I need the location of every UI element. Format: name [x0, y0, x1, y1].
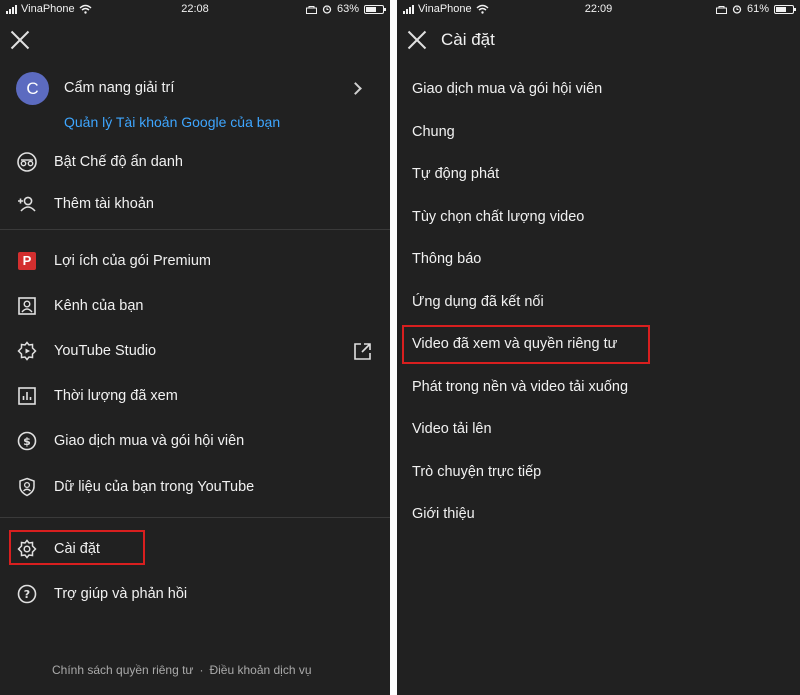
menu-item-label: Bật Chế độ ẩn danh: [54, 154, 183, 170]
settings-item-label: Giới thiệu: [412, 506, 475, 522]
footer-separator: ·: [199, 663, 204, 677]
menu-item-label: Kênh của bạn: [54, 298, 144, 314]
avatar[interactable]: C: [16, 72, 49, 105]
alarm-icon: [732, 5, 742, 14]
settings-item-notifications[interactable]: Thông báo: [397, 240, 800, 280]
menu-item-incognito[interactable]: Bật Chế độ ẩn danh: [0, 142, 390, 182]
svg-text:$: $: [23, 435, 31, 448]
close-icon[interactable]: [406, 29, 428, 51]
menu-item-add-account[interactable]: Thêm tài khoản: [0, 184, 390, 224]
menu-item-purchases[interactable]: $ Giao dịch mua và gói hội viên: [0, 421, 390, 461]
page-title: Cài đặt: [441, 30, 495, 49]
settings-item-label: Ứng dụng đã kết nối: [412, 294, 544, 310]
settings-item-video-quality[interactable]: Tùy chọn chất lượng video: [397, 198, 800, 238]
menu-item-your-data[interactable]: Dữ liệu của bạn trong YouTube: [0, 467, 390, 507]
menu-item-your-channel[interactable]: Kênh của bạn: [0, 286, 390, 326]
highlight-box: [9, 530, 145, 565]
studio-gear-icon: [17, 341, 37, 361]
add-account-icon: [18, 196, 36, 212]
settings-item-label: Tự động phát: [412, 166, 500, 182]
menu-item-premium[interactable]: P Lợi ích của gói Premium: [0, 241, 390, 281]
footer-links: Chính sách quyền riêng tư · Điều khoản dịc…: [52, 663, 312, 677]
settings-item-label: Tùy chọn chất lượng video: [412, 209, 585, 225]
settings-item-label: Thông báo: [412, 251, 482, 267]
premium-icon: P: [18, 252, 36, 270]
account-menu-screen: VinaPhone 22:08 63% C Cẩm nang giải trí …: [0, 0, 390, 695]
svg-text:?: ?: [24, 588, 30, 601]
settings-item-uploads[interactable]: Video tải lên: [397, 410, 800, 450]
menu-item-label: Lợi ích của gói Premium: [54, 253, 211, 269]
settings-item-label: Chung: [412, 124, 455, 140]
menu-item-time-watched[interactable]: Thời lượng đã xem: [0, 376, 390, 416]
user-data-icon: [19, 477, 35, 497]
chevron-right-icon[interactable]: [349, 82, 362, 95]
menu-item-label: Thêm tài khoản: [54, 196, 154, 212]
settings-item-connected-apps[interactable]: Ứng dụng đã kết nối: [397, 283, 800, 323]
settings-item-label: Video tải lên: [412, 421, 492, 437]
divider: [0, 229, 390, 230]
menu-item-label: Giao dịch mua và gói hội viên: [54, 433, 245, 449]
external-link-icon: [354, 343, 371, 360]
settings-item-autoplay[interactable]: Tự động phát: [397, 155, 800, 195]
screen-lock-icon: [715, 5, 727, 14]
dollar-icon: $: [17, 431, 37, 451]
settings-item-label: Giao dịch mua và gói hội viên: [412, 81, 603, 97]
settings-item-purchases[interactable]: Giao dịch mua và gói hội viên: [397, 70, 800, 110]
screen-lock-icon: [305, 5, 317, 14]
incognito-icon: [17, 152, 37, 172]
divider: [0, 517, 390, 518]
menu-item-label: Thời lượng đã xem: [54, 388, 178, 404]
chart-icon: [18, 387, 36, 405]
battery-icon: [364, 4, 386, 14]
menu-item-label: Dữ liệu của bạn trong YouTube: [54, 479, 255, 495]
manage-google-account-link[interactable]: Quản lý Tài khoản Google của bạn: [64, 114, 280, 130]
menu-item-label: Trợ giúp và phản hồi: [54, 586, 188, 602]
menu-item-youtube-studio[interactable]: YouTube Studio: [0, 331, 390, 371]
battery-fill: [366, 6, 377, 12]
battery-fill: [776, 6, 786, 12]
status-bar: VinaPhone 22:08 63%: [0, 0, 390, 20]
account-name[interactable]: Cẩm nang giải trí: [64, 80, 174, 96]
settings-screen: VinaPhone 22:09 61% Cài đặt Giao dịch mu…: [397, 0, 800, 695]
help-icon: ?: [17, 584, 37, 604]
status-bar: VinaPhone 22:09 61%: [397, 0, 800, 20]
settings-item-label: Phát trong nền và video tải xuống: [412, 379, 629, 395]
privacy-policy-link[interactable]: Chính sách quyền riêng tư: [52, 663, 193, 677]
settings-item-about[interactable]: Giới thiệu: [397, 495, 800, 535]
battery-percent: 61%: [746, 3, 769, 15]
menu-item-label: YouTube Studio: [54, 343, 157, 359]
close-icon[interactable]: [9, 29, 31, 51]
highlight-box: [402, 325, 650, 364]
terms-of-service-link[interactable]: Điều khoản dịch vụ: [209, 663, 311, 677]
channel-icon: [18, 297, 36, 315]
menu-item-help-feedback[interactable]: ? Trợ giúp và phản hồi: [0, 574, 390, 614]
settings-item-label: Trò chuyện trực tiếp: [412, 464, 542, 480]
alarm-icon: [322, 5, 332, 14]
settings-item-live-chat[interactable]: Trò chuyện trực tiếp: [397, 453, 800, 493]
settings-item-background-downloads[interactable]: Phát trong nền và video tải xuống: [397, 368, 800, 408]
battery-percent: 63%: [336, 3, 359, 15]
battery-icon: [774, 4, 796, 14]
settings-item-general[interactable]: Chung: [397, 113, 800, 153]
